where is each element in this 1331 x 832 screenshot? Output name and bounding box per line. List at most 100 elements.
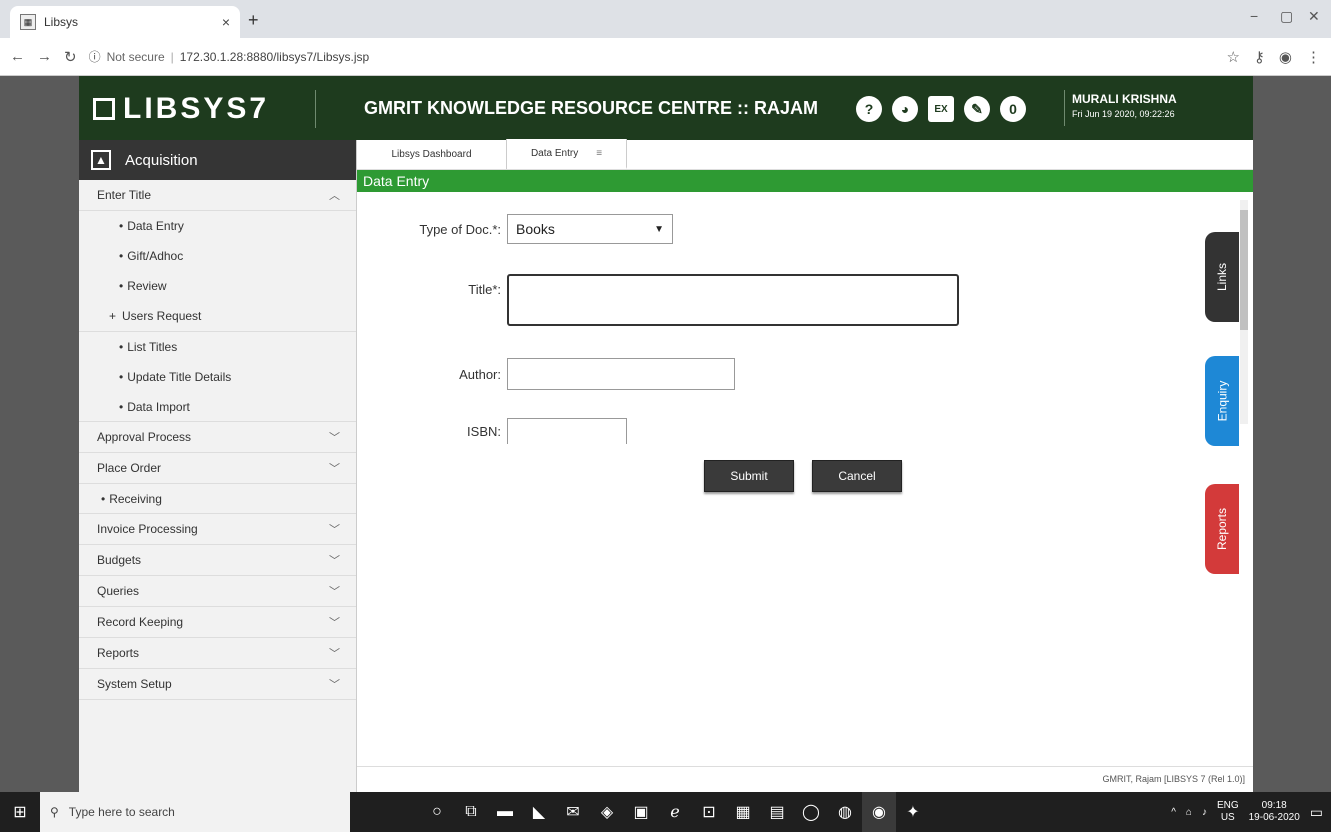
menu-place-order[interactable]: Place Order ﹀ [79, 453, 356, 484]
cortana-icon[interactable]: ○ [420, 792, 454, 832]
language-indicator[interactable]: ENG US [1217, 800, 1239, 824]
active-app-icon[interactable]: ◉ [862, 792, 896, 832]
tab-close-button[interactable]: × [222, 14, 230, 30]
network-icon[interactable]: ⌂ [1186, 807, 1192, 818]
menu-reports[interactable]: Reports ﹀ [79, 638, 356, 669]
submenu-label: Update Title Details [127, 370, 232, 384]
help-icon[interactable]: ? [856, 96, 882, 122]
new-tab-button[interactable]: + [248, 10, 259, 31]
module-header[interactable]: ▲ Acquisition [79, 140, 356, 180]
ex-icon[interactable]: EX [928, 96, 954, 122]
notification-badge[interactable]: 0 [1000, 96, 1026, 122]
opera-icon[interactable]: ◯ [794, 792, 828, 832]
close-window-button[interactable]: ✕ [1308, 8, 1320, 25]
reports-tab[interactable]: Reports [1205, 484, 1239, 574]
notifications-icon[interactable]: ▭ [1310, 804, 1323, 821]
address-bar-actions: ☆ ⚷ ◉ ⋮ [1226, 48, 1321, 66]
footer-text: GMRIT, Rajam [LIBSYS 7 (Rel 1.0)] [1102, 774, 1245, 784]
menu-invoice-processing[interactable]: Invoice Processing ﹀ [79, 514, 356, 545]
submenu-review[interactable]: • Review [79, 271, 356, 301]
windows-start-icon[interactable]: ⊞ [0, 792, 40, 832]
favicon-icon: ▦ [20, 14, 36, 30]
menu-enter-title[interactable]: Enter Title ︿ [79, 180, 356, 211]
menu-approval-process[interactable]: Approval Process ﹀ [79, 422, 356, 453]
isbn-label: ISBN: [467, 423, 501, 439]
tab-data-entry[interactable]: Data Entry ≡ [507, 139, 627, 169]
desktop-app-icon[interactable]: ▬ [488, 792, 522, 832]
logo-text: LIBSYS7 [123, 92, 270, 125]
module-title: Acquisition [125, 151, 198, 169]
menu-record-keeping[interactable]: Record Keeping ﹀ [79, 607, 356, 638]
submit-button[interactable]: Submit [704, 460, 794, 492]
security-label: Not secure [106, 49, 165, 64]
scrollbar-thumb[interactable] [1240, 210, 1248, 330]
type-of-doc-label: Type of Doc.*: [419, 221, 501, 237]
links-tab[interactable]: Links [1205, 232, 1239, 322]
store-icon[interactable]: ⊡ [692, 792, 726, 832]
owl-icon[interactable]: ◕ [892, 96, 918, 122]
submenu-gift-adhoc[interactable]: • Gift/Adhoc [79, 241, 356, 271]
volume-icon[interactable]: ♪ [1202, 807, 1207, 818]
key-icon[interactable]: ⚷ [1254, 48, 1265, 66]
taskbar-search[interactable]: ⚲ Type here to search [40, 792, 350, 832]
submenu-data-entry[interactable]: • Data Entry [79, 211, 356, 241]
menu-system-setup[interactable]: System Setup ﹀ [79, 669, 356, 700]
submenu-list-titles[interactable]: • List Titles [79, 332, 356, 362]
menu-budgets[interactable]: Budgets ﹀ [79, 545, 356, 576]
people-app-icon[interactable]: ◣ [522, 792, 556, 832]
forward-icon[interactable]: → [37, 48, 52, 65]
calendar-icon[interactable]: ▤ [760, 792, 794, 832]
star-icon[interactable]: ☆ [1226, 48, 1239, 66]
calculator-icon[interactable]: ▦ [726, 792, 760, 832]
main-content: Libsys Dashboard Data Entry ≡ Data Entry … [357, 139, 1253, 792]
task-view-icon[interactable]: ⧉ [454, 792, 488, 832]
profile-icon[interactable]: ◉ [1279, 48, 1292, 66]
reload-icon[interactable]: ↻ [64, 48, 77, 66]
author-label: Author: [459, 366, 501, 382]
menu-label: Place Order [97, 461, 162, 475]
user-info[interactable]: MURALI KRISHNA Fri Jun 19 2020, 09:22:26 [1072, 92, 1177, 119]
login-datetime: Fri Jun 19 2020, 09:22:26 [1072, 109, 1175, 119]
submenu-update-title-details[interactable]: • Update Title Details [79, 362, 356, 392]
cancel-button[interactable]: Cancel [812, 460, 902, 492]
footer-divider [357, 766, 1253, 767]
tab-menu-icon[interactable]: ≡ [596, 148, 602, 159]
tools-icon[interactable]: ✎ [964, 96, 990, 122]
menu-icon[interactable]: ⋮ [1306, 48, 1321, 66]
author-input[interactable] [507, 358, 735, 390]
isbn-input[interactable] [507, 418, 627, 444]
submenu-data-import[interactable]: • Data Import [79, 392, 356, 422]
edge-browser-icon[interactable]: ℯ [658, 792, 692, 832]
libsys-logo: LIBSYS7 [93, 92, 269, 126]
title-input[interactable] [507, 274, 959, 326]
clock[interactable]: 09:18 19-06-2020 [1249, 800, 1300, 824]
libsys-app: LIBSYS7 GMRIT KNOWLEDGE RESOURCE CENTRE … [79, 76, 1253, 792]
menu-label: Invoice Processing [97, 522, 198, 536]
tray-chevron-icon[interactable]: ^ [1171, 807, 1176, 818]
browser-tab[interactable]: ▦ Libsys × [10, 6, 240, 38]
user-name: MURALI KRISHNA [1072, 92, 1177, 106]
mail-icon[interactable]: ✉ [556, 792, 590, 832]
submenu-users-request[interactable]: + Users Request [79, 301, 356, 331]
menu-label: Queries [97, 584, 140, 598]
tab-libsys-dashboard[interactable]: Libsys Dashboard [357, 139, 507, 169]
menu-label: Reports [97, 646, 140, 660]
chevron-down-icon: ﹀ [329, 617, 340, 629]
enquiry-tab[interactable]: Enquiry [1205, 356, 1239, 446]
media-app-icon[interactable]: ◈ [590, 792, 624, 832]
logo-square-icon [93, 98, 115, 120]
info-icon: ⓘ [88, 50, 101, 64]
chevron-down-icon: ﹀ [329, 555, 340, 567]
links-tab-label: Links [1214, 262, 1229, 292]
submenu-receiving[interactable]: • Receiving [79, 484, 356, 514]
minimize-button[interactable]: − [1250, 8, 1258, 24]
type-of-doc-select[interactable]: Books ▼ [507, 214, 673, 244]
maximize-button[interactable]: ▢ [1280, 8, 1293, 25]
office-app-icon[interactable]: ▣ [624, 792, 658, 832]
header-divider [315, 90, 316, 128]
tool-app-icon[interactable]: ✦ [896, 792, 930, 832]
menu-queries[interactable]: Queries ﹀ [79, 576, 356, 607]
url-field[interactable]: ⓘ Not secure | 172.30.1.28:8880/libsys7/… [89, 48, 1215, 65]
back-icon[interactable]: ← [10, 48, 25, 65]
chrome-icon[interactable]: ◍ [828, 792, 862, 832]
